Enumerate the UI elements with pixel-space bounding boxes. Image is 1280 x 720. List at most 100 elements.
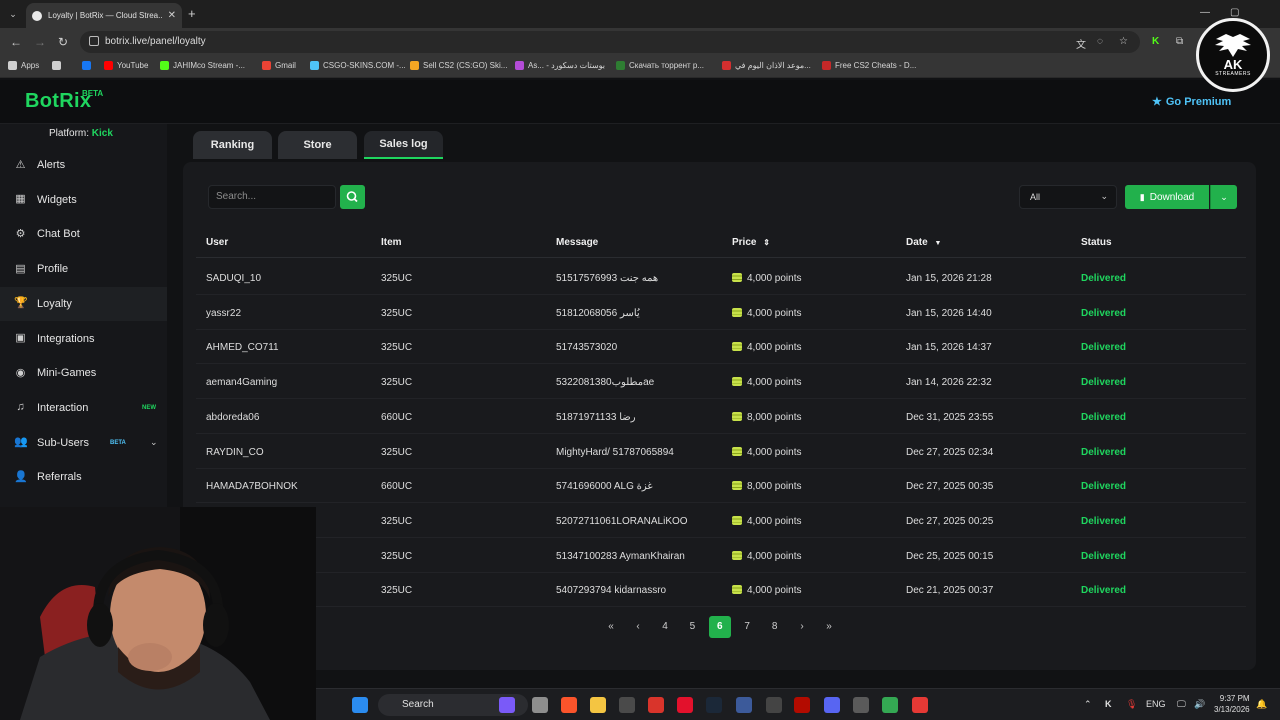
sidebar-item-chat-bot[interactable]: ⚙ Chat Bot [0,217,167,251]
file-explorer-taskbar-icon[interactable] [532,697,548,713]
cell-message: MightyHard/ 51787065894 [556,446,674,458]
page-button[interactable]: 5 [681,616,703,638]
sidebar-item-alerts[interactable]: ⚠ Alerts [0,148,167,182]
search-button[interactable] [340,185,365,209]
clock[interactable]: 9:37 PM 3/13/2026 [1214,693,1250,715]
bookmark-star-icon[interactable]: ☆ [1119,36,1128,47]
botrix-favicon-icon [32,10,42,21]
sidebar-item-mini-games[interactable]: ◉ Mini-Games [0,356,167,390]
bookmark-item[interactable]: Sell CS2 (CS:GO) Ski... [410,61,507,70]
cell-price: 4,000 points [732,585,802,596]
extensions-icon[interactable]: ⧉ [1176,36,1183,47]
settings-icon[interactable] [853,697,869,713]
new-tab-icon[interactable]: + [188,6,196,21]
bookmark-item[interactable] [52,61,61,70]
platform-label: Platform: [49,128,90,139]
sidebar-item-integrations[interactable]: ▣ Integrations [0,322,167,356]
column-item: Item [381,237,402,248]
coins-icon [732,446,742,456]
cell-date: Jan 14, 2026 22:32 [906,377,992,389]
steam-icon[interactable] [706,697,722,713]
status-filter-select[interactable]: All ⌄ [1019,185,1117,209]
table-row: 325UC 51347100283 AymanKhairan 4,000 point… [196,539,1246,573]
next-page-icon[interactable]: › [791,616,813,638]
tab-ranking[interactable]: Ranking [193,131,272,159]
network-icon[interactable]: 🖵 [1177,699,1186,710]
last-page-icon[interactable]: » [818,616,840,638]
bookmark-item[interactable]: JAHIMco Stream -... [160,61,245,70]
prev-page-icon[interactable]: ‹ [627,616,649,638]
bookmark-item[interactable]: CSGO-SKINS.COM -... [310,61,406,70]
bookmark-favicon-icon [262,61,271,70]
maximize-icon[interactable]: ▢ [1230,7,1239,18]
chevron-down-icon[interactable]: ⌄ [150,437,158,448]
search-input[interactable]: Search... [208,185,336,209]
tab-sales-log[interactable]: Sales log [364,131,443,159]
tab-close-icon[interactable]: ✕ [168,10,176,21]
folder-icon[interactable] [590,697,606,713]
chrome-icon[interactable] [882,697,898,713]
notification-icon[interactable]: 🔔 [1256,699,1267,710]
download-button[interactable]: ▮ Download [1125,185,1209,209]
volume-icon[interactable]: 🔊 [1194,699,1205,710]
discord-icon[interactable] [824,697,840,713]
page-button[interactable]: 6 [708,616,731,638]
site-info-icon[interactable] [89,36,99,46]
tab-store[interactable]: Store [278,131,357,159]
language-indicator[interactable]: ENG [1146,699,1166,709]
translate-icon[interactable]: 文 [1076,36,1086,51]
sidebar-item-referrals[interactable]: 👤 Referrals [0,460,167,494]
page-button[interactable]: 8 [764,616,786,638]
url-field[interactable]: botrix.live/panel/loyalty [80,31,1140,53]
bookmark-item[interactable]: موعد الاذان اليوم في... [722,61,811,70]
g-app-icon[interactable] [619,697,635,713]
sidebar-item-sub-users[interactable]: 👥 Sub-Users BETA ⌄ [0,426,167,460]
page-button[interactable]: 4 [654,616,676,638]
sidebar-item-loyalty[interactable]: 🏆 Loyalty [0,286,167,321]
bookmark-item[interactable]: Apps [8,61,39,70]
sidebar-item-widgets[interactable]: ▦ Widgets [0,183,167,217]
eye-off-icon[interactable]: ◌ [1097,36,1103,47]
column-user: User [206,237,229,248]
sidebar-item-label: Profile [37,263,69,276]
bookmark-favicon-icon [52,61,61,70]
app-header: BotRix BETA ★ Go Premium [0,80,1280,124]
cell-message: 5322081380مطلوبae [556,377,655,389]
download-options-toggle[interactable]: ⌄ [1210,185,1237,209]
opera-icon[interactable] [677,697,693,713]
bookmark-item[interactable]: Free CS2 Cheats - D... [822,61,916,70]
minimize-icon[interactable]: — [1200,7,1210,18]
column-price[interactable]: Price ⇕ [732,237,770,248]
kick-tray-icon[interactable]: K [1105,699,1112,709]
bookmark-item[interactable]: Скачать торрент р... [616,61,704,70]
acrobat-icon[interactable] [794,697,810,713]
reload-icon[interactable]: ↻ [58,35,68,49]
start-icon[interactable] [352,697,368,713]
kick-extension-icon[interactable]: K [1152,36,1159,47]
go-premium-button[interactable]: ★ Go Premium [1152,95,1231,109]
obs-icon[interactable] [766,697,782,713]
browser-tab[interactable]: Loyalty | BotRix — Cloud Strea... ✕ [26,3,182,28]
mic-icon[interactable]: 🎙 [1126,699,1137,710]
bookmark-item[interactable]: As... - بوستات دسكورد [515,61,605,70]
bookmark-item[interactable] [82,61,91,70]
copilot-icon[interactable] [499,697,515,713]
bookmark-item[interactable]: YouTube [104,61,148,70]
first-page-icon[interactable]: « [600,616,622,638]
tray-overflow-icon[interactable]: ⌃ [1084,699,1092,710]
cell-user: aeman4Gaming [206,377,278,389]
brave-icon[interactable] [561,697,577,713]
back-icon[interactable]: ← [10,35,22,49]
sidebar-item-profile[interactable]: ▤ Profile [0,252,167,286]
tab-search-icon[interactable]: ⌄ [4,5,22,23]
page-button[interactable]: 7 [736,616,758,638]
game-app-icon[interactable] [736,697,752,713]
sidebar-item-interaction[interactable]: ♫ Interaction NEW [0,391,167,425]
bookmark-item[interactable]: Gmail [262,61,296,70]
column-message: Message [556,237,599,248]
screen-recorder-icon[interactable] [912,697,928,713]
forward-icon[interactable]: → [34,35,46,49]
column-date[interactable]: Date ▼ [906,237,941,248]
adobe-icon[interactable] [648,697,664,713]
cell-status: Delivered [1081,377,1127,389]
